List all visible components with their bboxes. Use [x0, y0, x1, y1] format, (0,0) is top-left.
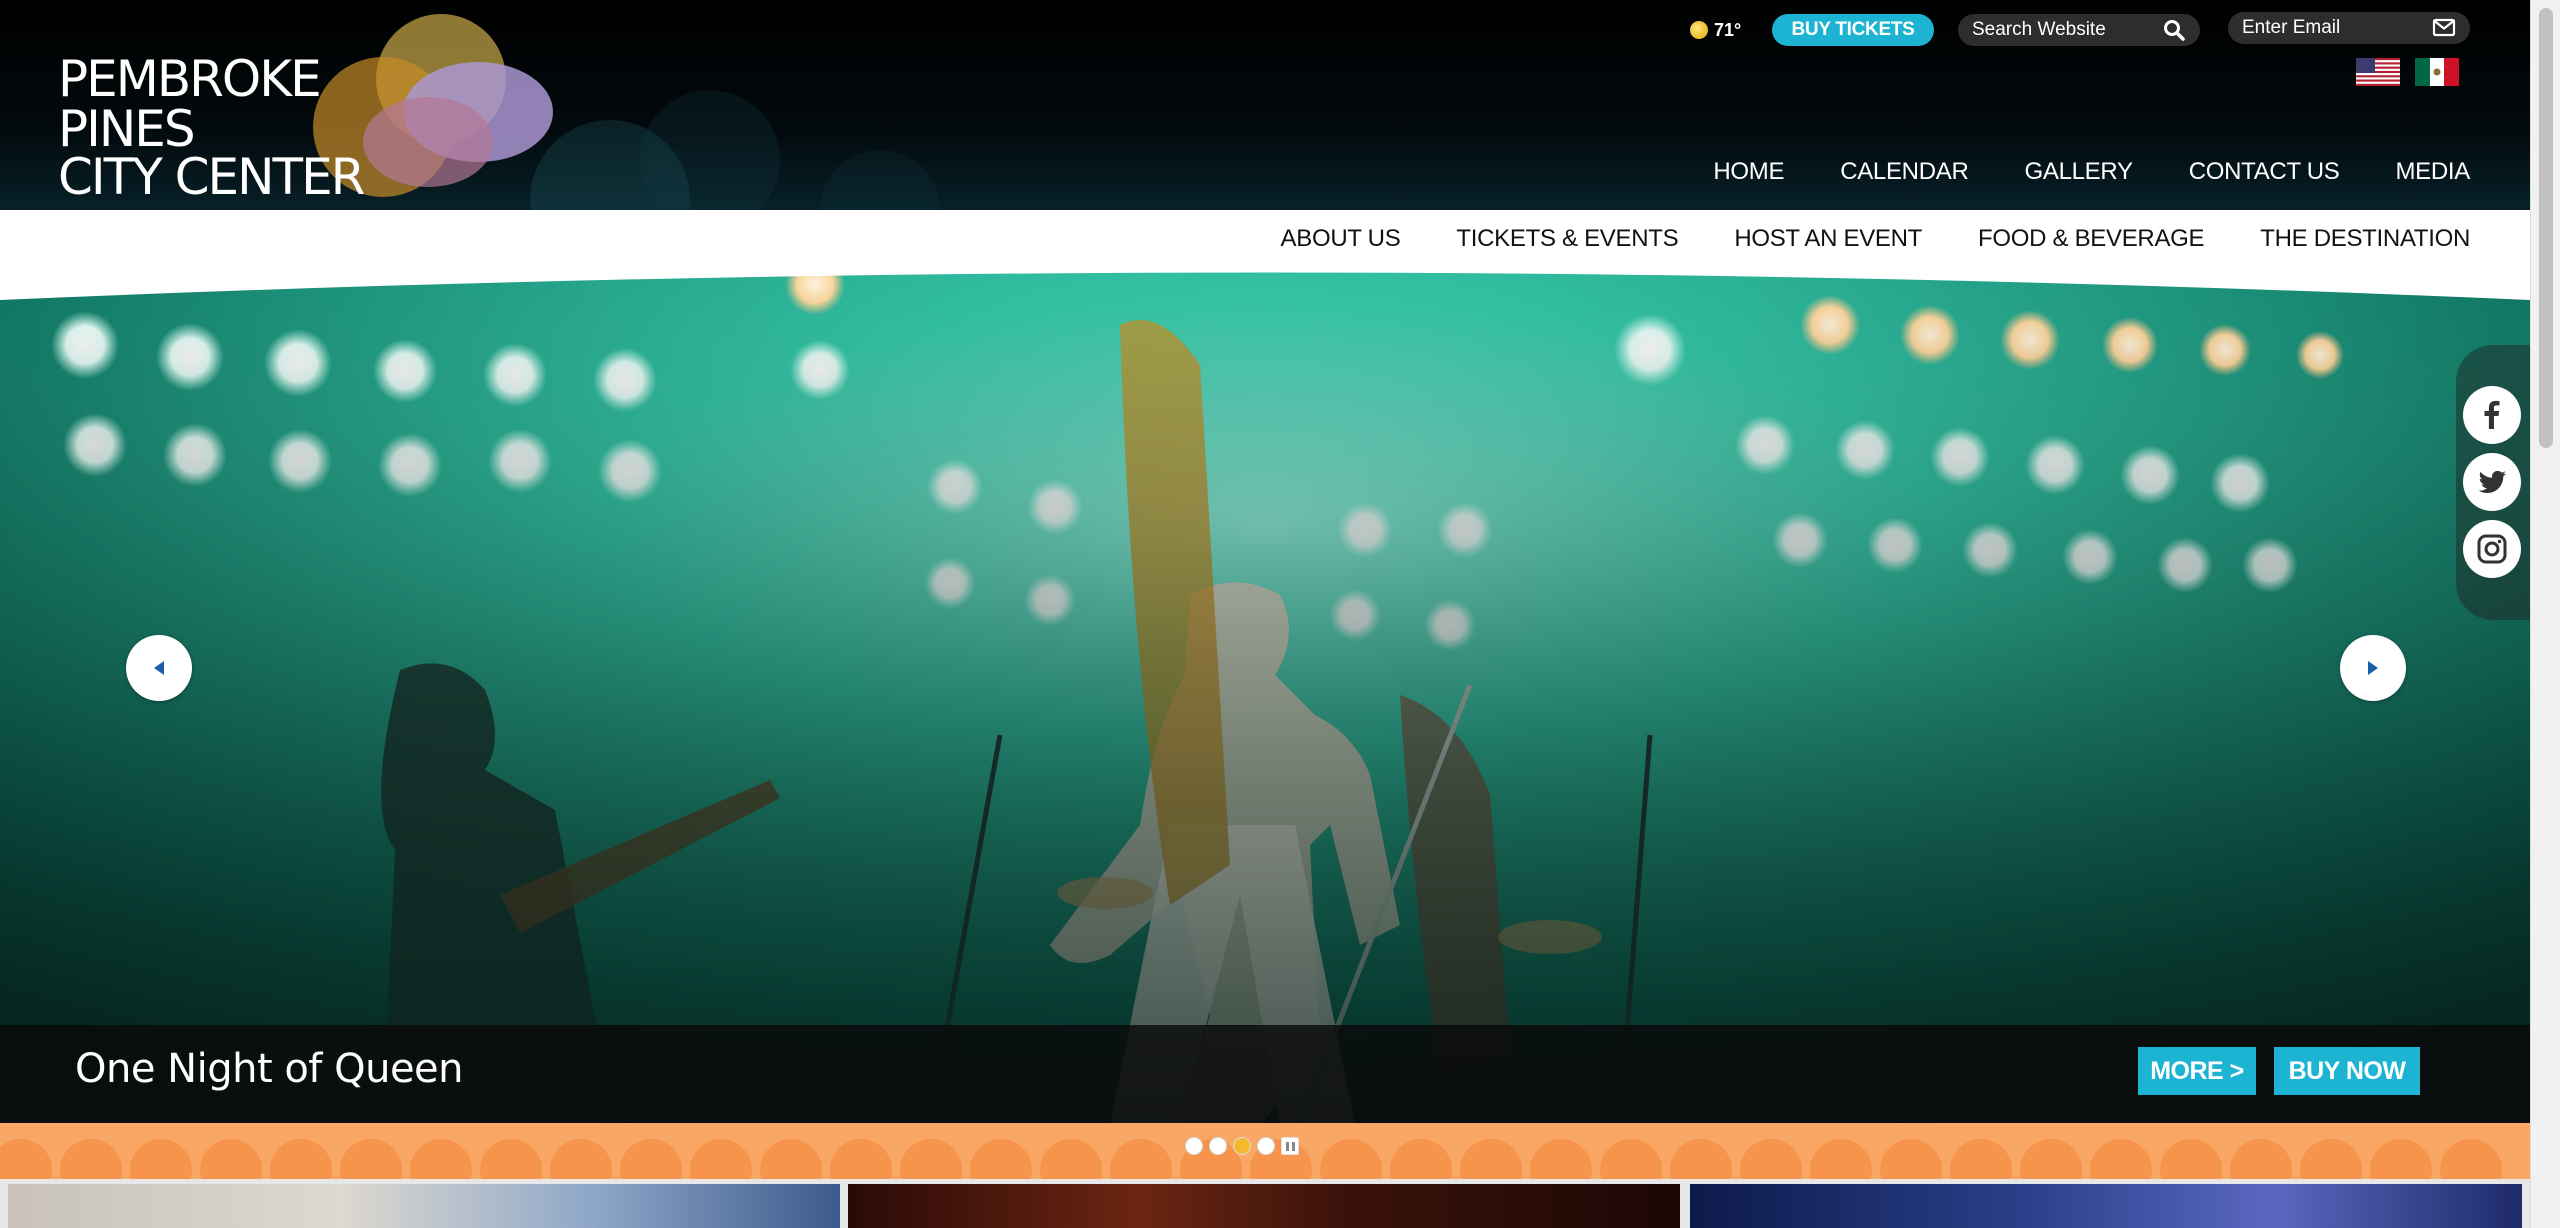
nav-tickets-events[interactable]: TICKETS & EVENTS: [1456, 225, 1678, 253]
search-icon[interactable]: [2162, 18, 2186, 42]
featured-tile[interactable]: [1690, 1184, 2522, 1228]
instagram-icon: [2477, 534, 2507, 564]
nav-host-an-event[interactable]: HOST AN EVENT: [1734, 225, 1922, 253]
arrow-left-icon: [154, 661, 164, 675]
page-scrollbar[interactable]: [2530, 0, 2560, 1228]
buy-now-button[interactable]: BUY NOW: [2274, 1047, 2420, 1095]
arrow-right-icon: [2368, 661, 2378, 675]
spanish-flag-button[interactable]: [2415, 58, 2459, 86]
nav-the-destination[interactable]: THE DESTINATION: [2260, 225, 2470, 253]
nav-gallery[interactable]: GALLERY: [2025, 158, 2133, 186]
mexico-flag-icon: [2415, 58, 2459, 86]
twitter-link[interactable]: [2463, 453, 2521, 511]
site-header: PEMBROKE PINES CITY CENTER 71° BUY TICKE…: [0, 0, 2530, 210]
nav-home[interactable]: HOME: [1713, 158, 1784, 186]
page: PEMBROKE PINES CITY CENTER 71° BUY TICKE…: [0, 0, 2530, 1228]
slide-dot-1[interactable]: [1185, 1137, 1203, 1155]
sun-icon: [1690, 21, 1708, 39]
secondary-nav: ABOUT US TICKETS & EVENTS HOST AN EVENT …: [1281, 225, 2471, 253]
buy-tickets-button[interactable]: BUY TICKETS: [1772, 14, 1934, 46]
facebook-link[interactable]: [2463, 386, 2521, 444]
logo-line-2: PINES: [58, 100, 196, 158]
slide-dot-3[interactable]: [1233, 1137, 1251, 1155]
logo-line-1: PEMBROKE: [58, 50, 322, 108]
envelope-icon[interactable]: [2432, 16, 2456, 40]
main-nav: HOME CALENDAR GALLERY CONTACT US MEDIA: [1713, 158, 2470, 186]
nav-contact-us[interactable]: CONTACT US: [2189, 158, 2340, 186]
pause-icon[interactable]: [1281, 1137, 1299, 1155]
header-decoration: [820, 150, 940, 210]
nav-about-us[interactable]: ABOUT US: [1281, 225, 1401, 253]
nav-media[interactable]: MEDIA: [2395, 158, 2470, 186]
scrollbar-thumb[interactable]: [2539, 8, 2553, 448]
hero-image: [0, 265, 2530, 1123]
more-button[interactable]: MORE >: [2138, 1047, 2256, 1095]
slide-dot-2[interactable]: [1209, 1137, 1227, 1155]
english-flag-button[interactable]: [2356, 58, 2400, 86]
search-box: [1958, 14, 2200, 46]
hero-slider: [0, 265, 2530, 1123]
featured-tile[interactable]: [848, 1184, 1680, 1228]
weather-temperature: 71°: [1714, 19, 1742, 40]
search-input[interactable]: [1972, 19, 2162, 41]
facebook-icon: [2484, 400, 2500, 429]
nav-calendar[interactable]: CALENDAR: [1840, 158, 1969, 186]
twitter-icon: [2478, 470, 2507, 494]
instagram-link[interactable]: [2463, 520, 2521, 578]
hero-curve-edge: [0, 265, 2530, 300]
featured-tile[interactable]: [8, 1184, 840, 1228]
email-input[interactable]: [2242, 17, 2432, 39]
slide-dot-4[interactable]: [1257, 1137, 1275, 1155]
header-decoration: [640, 90, 780, 210]
weather-widget: 71°: [1690, 17, 1741, 43]
prev-slide-button[interactable]: [126, 635, 192, 701]
logo-line-3: CITY CENTER: [58, 148, 365, 206]
slide-caption-title: One Night of Queen: [75, 1046, 464, 1092]
us-flag-icon: [2356, 58, 2400, 86]
newsletter-box: [2228, 12, 2470, 44]
site-logo[interactable]: PEMBROKE PINES CITY CENTER: [58, 12, 553, 202]
slider-pager: [1185, 1137, 1299, 1155]
logo-blob: [363, 97, 493, 187]
nav-food-beverage[interactable]: FOOD & BEVERAGE: [1978, 225, 2205, 253]
next-slide-button[interactable]: [2340, 635, 2406, 701]
